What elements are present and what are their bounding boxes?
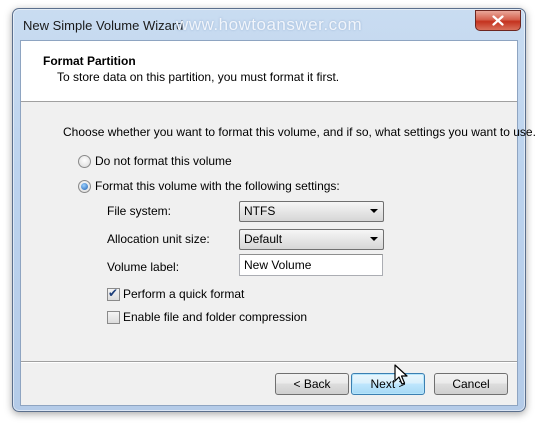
window-title: New Simple Volume Wizard	[23, 18, 184, 33]
close-button[interactable]	[475, 10, 521, 31]
compression-checkbox[interactable]	[107, 311, 120, 324]
radio-do-not-format[interactable]	[78, 155, 91, 168]
volume-label-value: New Volume	[244, 258, 312, 272]
cancel-button[interactable]: Cancel	[434, 373, 508, 395]
radio-do-not-format-label[interactable]: Do not format this volume	[95, 154, 232, 168]
close-icon	[492, 15, 504, 26]
radio-selected-dot	[81, 183, 88, 190]
file-system-label: File system:	[107, 204, 172, 218]
quick-format-checkbox[interactable]: ✔	[107, 286, 120, 301]
compression-label[interactable]: Enable file and folder compression	[123, 310, 307, 324]
checkmark-icon: ✔	[108, 286, 119, 300]
file-system-dropdown[interactable]: NTFS	[239, 201, 384, 222]
wizard-client-area: Format Partition To store data on this p…	[20, 40, 536, 406]
file-system-value: NTFS	[244, 204, 276, 218]
allocation-unit-dropdown[interactable]: Default	[239, 229, 384, 250]
chevron-down-icon	[370, 209, 378, 213]
page-subtitle: To store data on this partition, you mus…	[57, 70, 340, 84]
watermark-text: www.howtoanswer.com	[176, 15, 363, 34]
instruction-text: Choose whether you want to format this v…	[63, 125, 536, 139]
back-button[interactable]: < Back	[275, 373, 349, 395]
volume-label-input[interactable]: New Volume	[239, 254, 383, 276]
quick-format-label[interactable]: Perform a quick format	[123, 287, 244, 301]
allocation-unit-value: Default	[244, 232, 283, 246]
wizard-window: New Simple Volume Wizard www.howtoanswer…	[12, 8, 536, 412]
volume-label-label: Volume label:	[107, 260, 180, 274]
allocation-unit-label: Allocation unit size:	[107, 232, 210, 246]
radio-format-volume-label[interactable]: Format this volume with the following se…	[95, 179, 340, 193]
footer-divider	[21, 361, 517, 363]
mouse-cursor-icon	[394, 364, 408, 385]
next-button[interactable]: Next >	[351, 373, 425, 395]
page-title: Format Partition	[43, 54, 136, 68]
chevron-down-icon	[370, 237, 378, 241]
wizard-header: Format Partition To store data on this p…	[21, 41, 517, 102]
radio-format-volume[interactable]	[78, 180, 91, 193]
